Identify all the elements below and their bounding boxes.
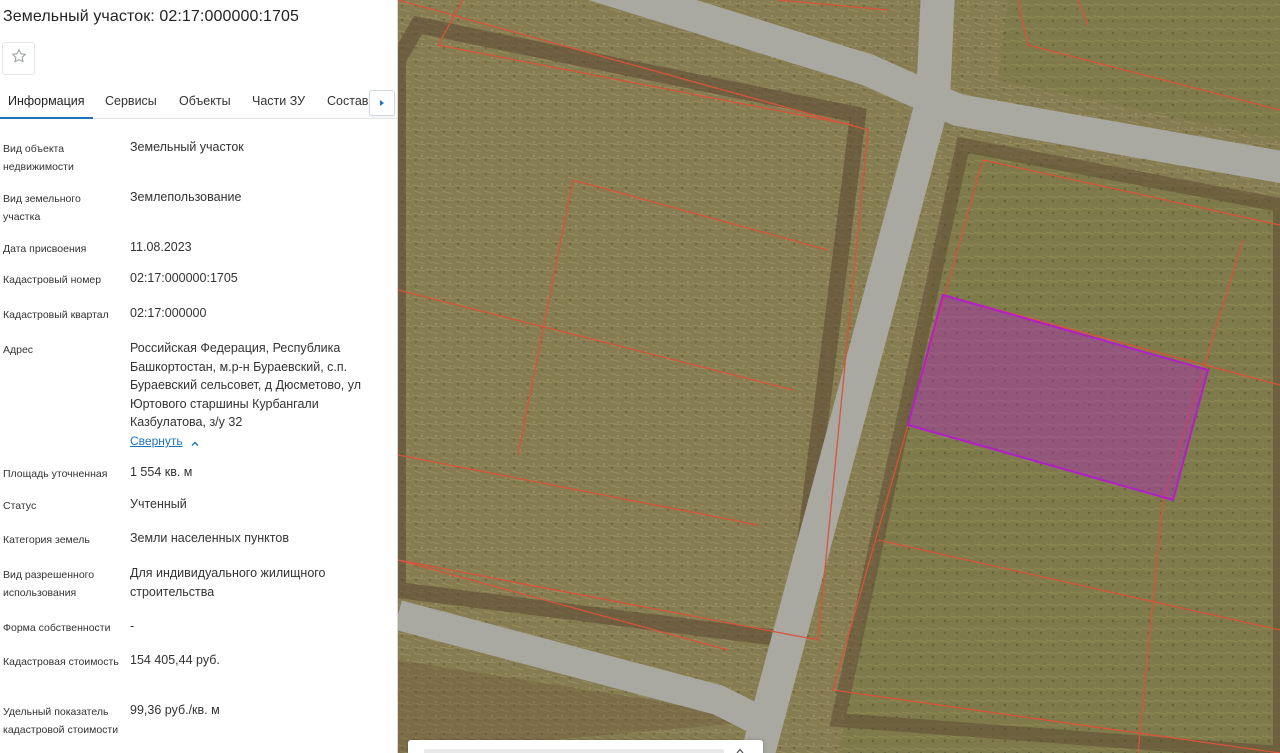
- field-value: 99,36 руб./кв. м: [130, 703, 220, 717]
- chevron-up-icon[interactable]: [735, 746, 745, 753]
- field-value: Российская Федерация, Республика Башкорт…: [130, 341, 361, 429]
- tab-parts[interactable]: Части ЗУ: [252, 86, 305, 119]
- field-value: Учтенный: [130, 497, 187, 511]
- field-value: -: [130, 619, 135, 633]
- field-value: Для индивидуального жилищного строительс…: [130, 566, 326, 599]
- field-value: 02:17:000000: [130, 306, 207, 320]
- tabs-scroll-right-button[interactable]: [369, 90, 395, 116]
- field-label: Дата присвоения: [3, 243, 87, 255]
- info-panel: Земельный участок: 02:17:000000:1705 Инф…: [0, 0, 398, 753]
- field-value: Земли населенных пунктов: [130, 531, 289, 545]
- field-value: 154 405,44 руб.: [130, 653, 220, 667]
- collapse-link[interactable]: Свернуть: [130, 434, 183, 448]
- field-label: Категория земель: [3, 534, 90, 546]
- map-bottom-panel[interactable]: [408, 740, 763, 753]
- chevron-up-icon[interactable]: [190, 436, 200, 446]
- field-label: Адрес: [3, 344, 34, 356]
- favorite-button[interactable]: [2, 42, 35, 75]
- field-label: Удельный показатель кадастровой стоимост…: [3, 706, 119, 736]
- tab-info[interactable]: Информация: [0, 86, 93, 119]
- field-label: Площадь уточненная: [3, 468, 108, 480]
- field-value: Земельный участок: [130, 140, 244, 154]
- row-address: Адрес Российская Федерация, Республика Б…: [0, 341, 397, 451]
- arrow-right-icon: [378, 94, 386, 112]
- field-value: 1 554 кв. м: [130, 465, 193, 479]
- tab-bar: Информация Сервисы Объекты Части ЗУ Сост…: [0, 86, 397, 119]
- tab-services[interactable]: Сервисы: [105, 86, 157, 119]
- field-label: Вид разрешенного использования: [3, 569, 95, 599]
- field-label: Кадастровый квартал: [3, 309, 109, 321]
- field-label: Форма собственности: [3, 622, 111, 634]
- field-value: Землепользование: [130, 190, 242, 204]
- map-view[interactable]: [398, 0, 1280, 753]
- field-label: Вид объекта недвижимости: [3, 143, 74, 173]
- field-value: 02:17:000000:1705: [130, 271, 238, 285]
- field-label: Статус: [3, 500, 37, 512]
- satellite-map[interactable]: [398, 0, 1280, 753]
- field-value: 11.08.2023: [130, 240, 192, 254]
- tab-composition[interactable]: Состав: [327, 86, 368, 119]
- field-label: Кадастровая стоимость: [3, 656, 119, 668]
- panel-placeholder-bar: [424, 749, 724, 753]
- tab-objects[interactable]: Объекты: [179, 86, 231, 119]
- field-label: Вид земельного участка: [3, 193, 81, 223]
- star-outline-icon: [10, 47, 28, 70]
- field-label: Кадастровый номер: [3, 274, 102, 286]
- page-title: Земельный участок: 02:17:000000:1705: [3, 8, 300, 25]
